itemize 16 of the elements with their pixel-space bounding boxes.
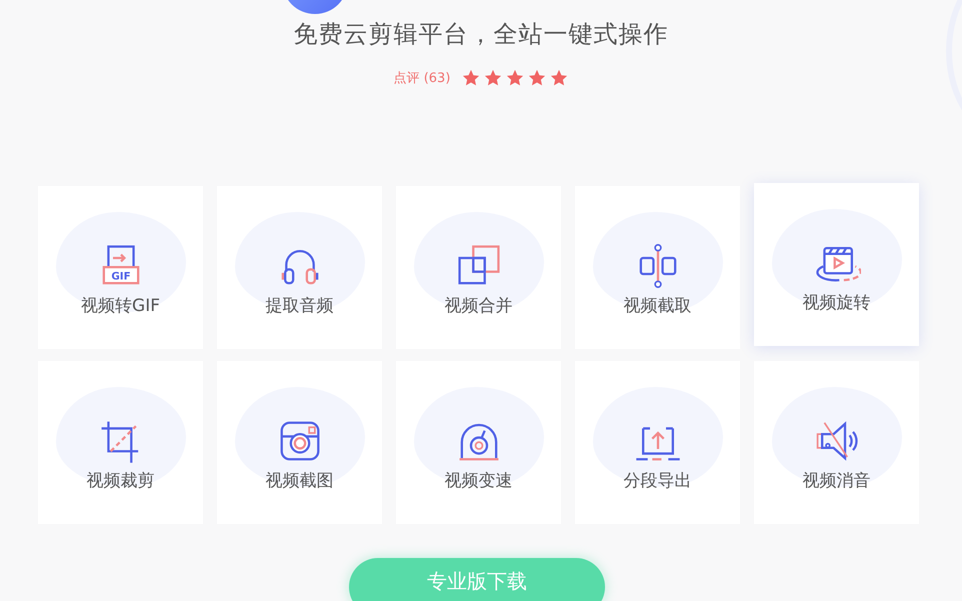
tool-card[interactable]: 视频截取 <box>575 186 740 349</box>
star-icon <box>528 69 546 87</box>
subtitle: 免费云剪辑平台，全站一键式操作 <box>294 19 668 50</box>
tool-card[interactable]: 视频合并 <box>396 186 561 349</box>
star-icon <box>484 69 502 87</box>
star-icon <box>550 69 568 87</box>
star-icon <box>506 69 524 87</box>
tool-card[interactable]: 视频旋转 <box>754 183 919 346</box>
tool-card[interactable]: GIF 视频转GIF <box>38 186 203 349</box>
tool-card[interactable]: 视频变速 <box>396 361 561 524</box>
star-icon <box>462 69 480 87</box>
tool-card[interactable]: 视频截图 <box>217 361 382 524</box>
tool-card[interactable]: 提取音频 <box>217 186 382 349</box>
tool-card[interactable]: 视频消音 <box>754 361 919 524</box>
tool-card[interactable]: 视频裁剪 <box>38 361 203 524</box>
tool-card[interactable]: 分段导出 <box>575 361 740 524</box>
